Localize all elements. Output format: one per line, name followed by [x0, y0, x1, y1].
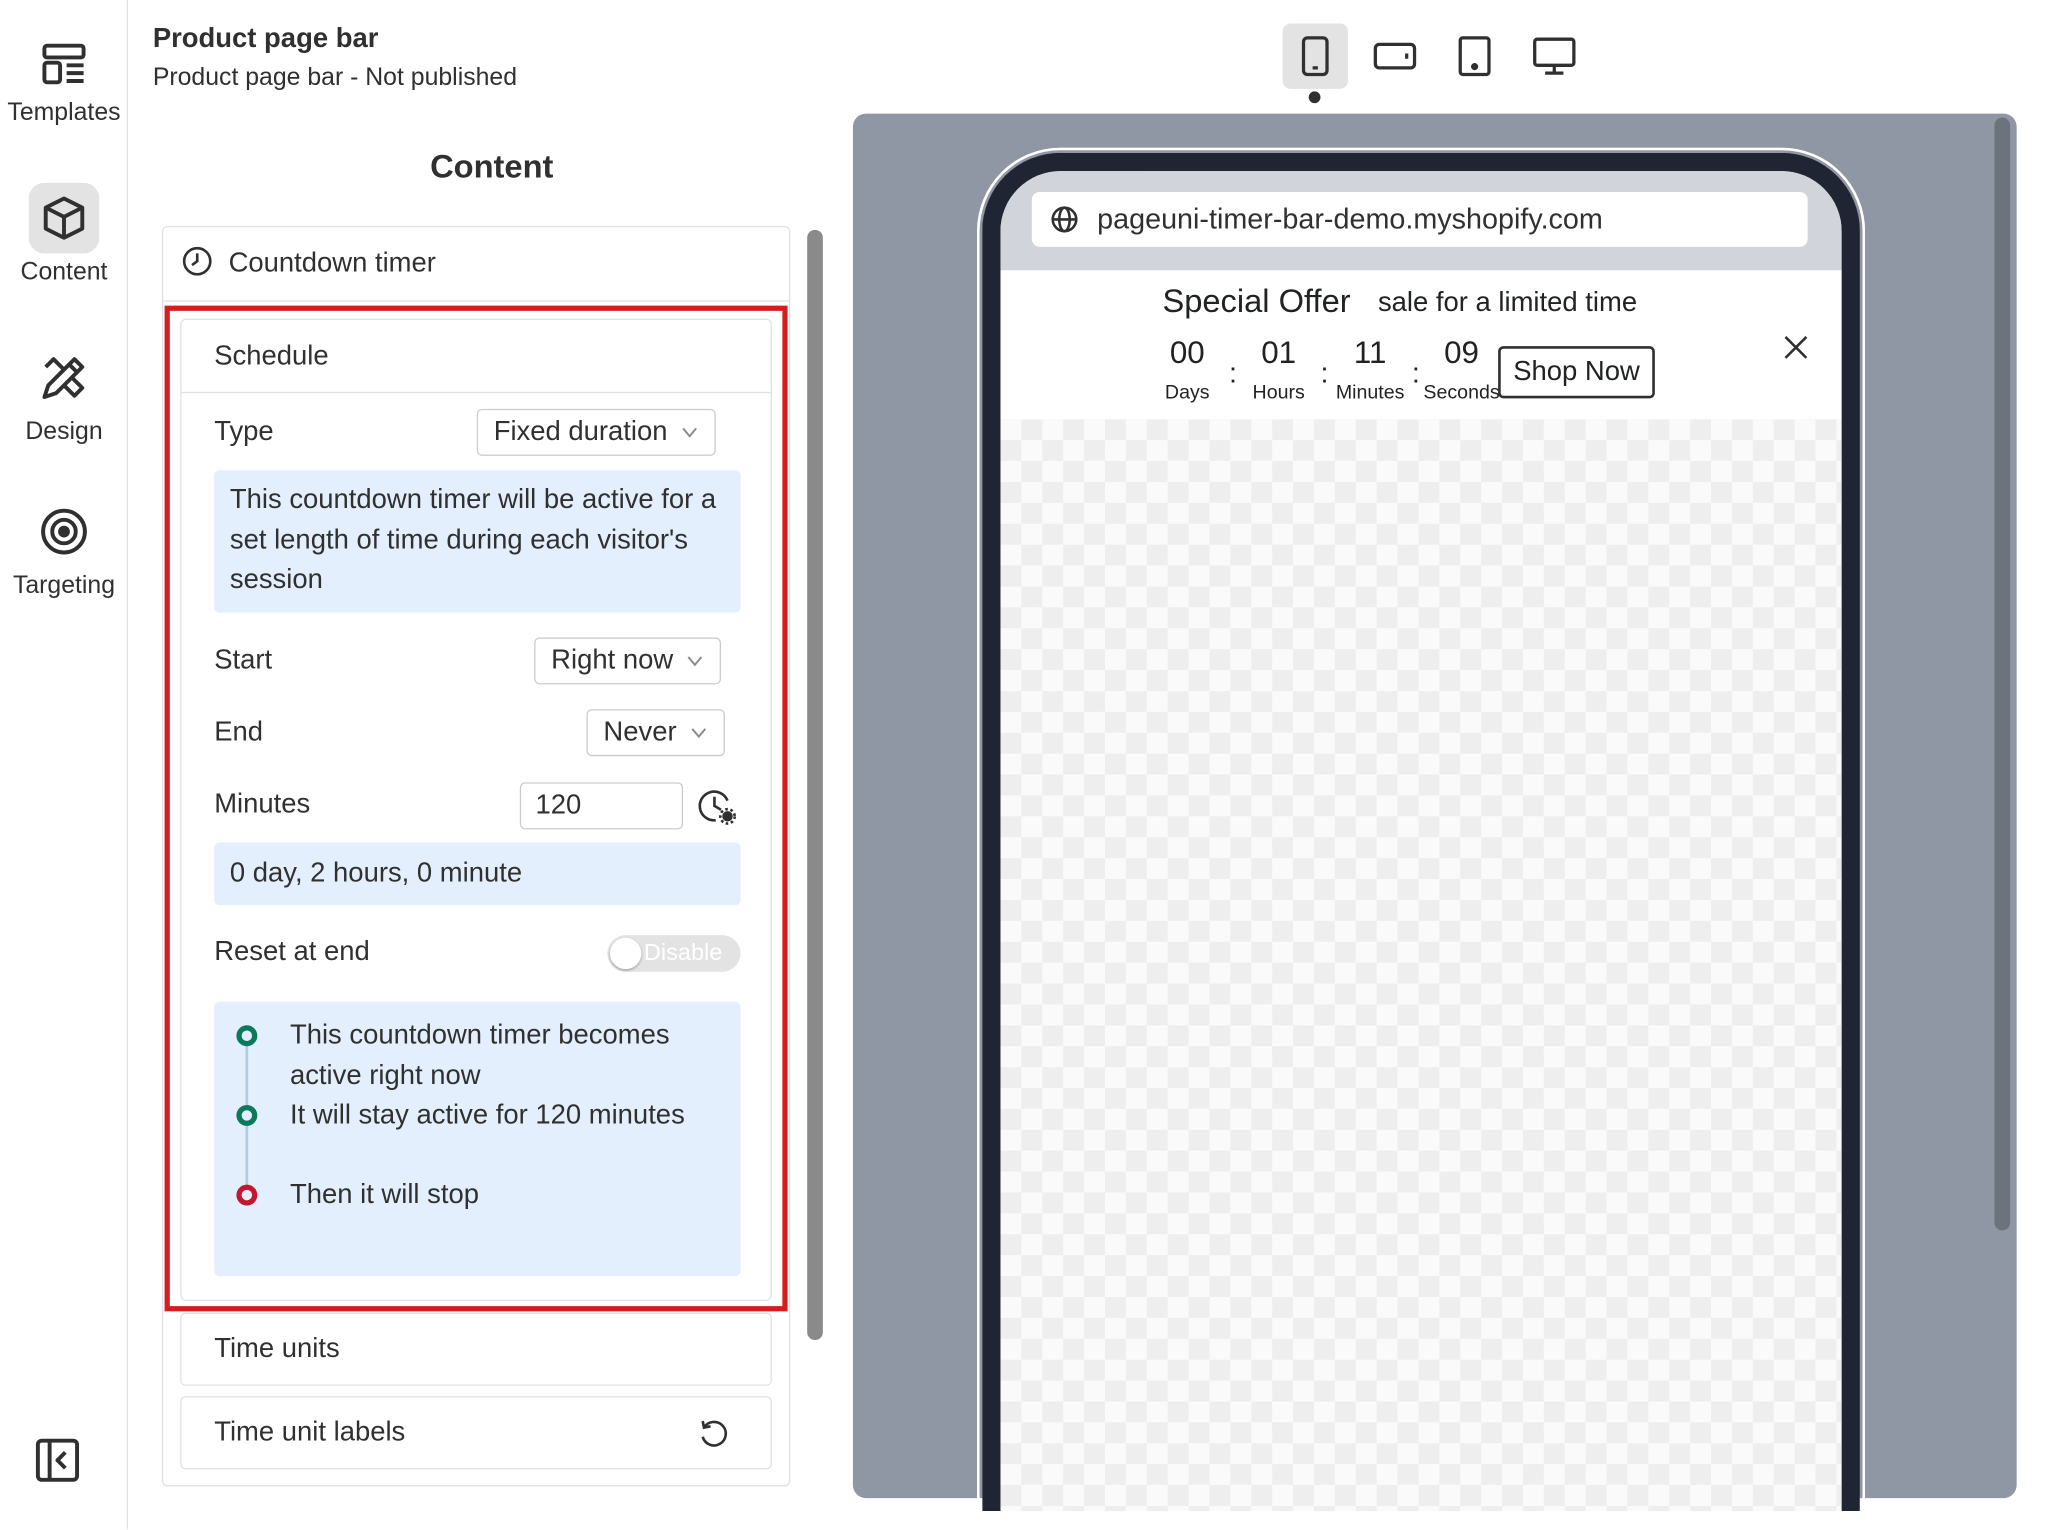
browser-chrome: pageuni-timer-bar-demo.myshopify.com	[1000, 171, 1842, 271]
rail-label-design: Design	[25, 417, 103, 446]
time-units-label: Time units	[214, 1333, 340, 1364]
time-unit-labels-label: Time unit labels	[214, 1417, 406, 1448]
reset-icon[interactable]	[697, 1417, 731, 1451]
rail-item-templates[interactable]: Templates	[0, 29, 128, 128]
collapse-sidebar-icon[interactable]	[34, 1437, 81, 1484]
target-icon	[29, 496, 100, 567]
panel-scrollbar[interactable]	[807, 229, 823, 1341]
phone-frame: pageuni-timer-bar-demo.myshopify.com Spe…	[982, 152, 1860, 1512]
templates-icon	[29, 29, 100, 100]
page-placeholder	[1000, 419, 1842, 1512]
clock-icon	[182, 245, 213, 283]
countdown-seconds-label: Seconds	[1423, 381, 1500, 404]
device-tablet-button[interactable]	[1442, 24, 1507, 89]
rail-label-templates: Templates	[7, 99, 121, 127]
cube-icon	[28, 182, 100, 254]
countdown-timer-header[interactable]: Countdown timer	[163, 227, 789, 302]
countdown-minutes-label: Minutes	[1335, 381, 1405, 404]
countdown-bar: Special Offer sale for a limited time 00…	[1000, 270, 1842, 420]
mobile-landscape-icon	[1373, 42, 1417, 70]
url-bar[interactable]: pageuni-timer-bar-demo.myshopify.com	[1031, 191, 1808, 247]
tablet-icon	[1458, 36, 1491, 77]
countdown-days-label: Days	[1164, 381, 1210, 404]
highlight-box	[164, 305, 788, 1312]
device-desktop-button[interactable]	[1522, 24, 1587, 89]
offer-title: Special Offer	[1162, 283, 1351, 320]
left-rail: Templates Content Design Targeting	[0, 0, 128, 1530]
device-landscape-button[interactable]	[1362, 24, 1427, 89]
desktop-icon	[1533, 37, 1576, 75]
time-unit-labels-section[interactable]: Time unit labels	[180, 1396, 772, 1470]
url-text: pageuni-timer-bar-demo.myshopify.com	[1097, 202, 1603, 236]
device-mobile-button[interactable]	[1282, 23, 1348, 89]
countdown-hours: 01	[1261, 335, 1297, 371]
active-device-indicator	[1308, 91, 1321, 104]
page-subtitle: Product page bar - Not published	[152, 63, 518, 92]
rail-item-content[interactable]: Content	[0, 182, 128, 287]
preview-scrollbar[interactable]	[1994, 117, 2011, 1231]
content-heading: Content	[430, 148, 554, 186]
close-icon[interactable]	[1779, 330, 1813, 364]
countdown-seconds: 09	[1444, 335, 1479, 371]
time-units-section[interactable]: Time units	[180, 1312, 772, 1386]
design-tools-icon	[29, 342, 100, 413]
countdown-days: 00	[1169, 335, 1205, 371]
offer-subtitle: sale for a limited time	[1377, 287, 1638, 318]
rail-label-targeting: Targeting	[12, 572, 116, 600]
mobile-icon	[1301, 36, 1329, 77]
page-title: Product page bar	[152, 23, 379, 54]
rail-item-targeting[interactable]: Targeting	[0, 496, 128, 600]
rail-label-content: Content	[20, 258, 108, 287]
shop-now-button[interactable]: Shop Now	[1498, 346, 1655, 399]
countdown-hours-label: Hours	[1252, 381, 1305, 404]
countdown-timer-label: Countdown timer	[228, 248, 436, 279]
globe-icon	[1051, 206, 1078, 233]
rail-item-design[interactable]: Design	[0, 342, 128, 446]
countdown-minutes: 11	[1353, 335, 1387, 371]
